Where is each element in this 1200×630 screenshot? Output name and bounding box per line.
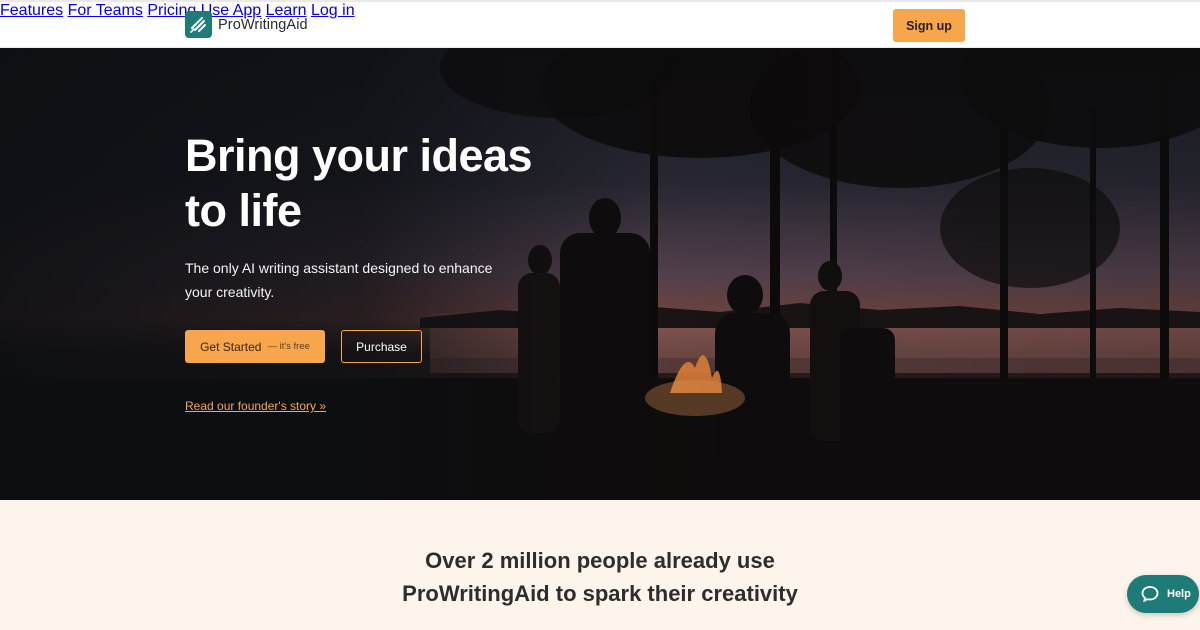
brand-logo-link[interactable]: ProWritingAid [185,11,308,38]
site-header: ProWritingAid Features For Teams Pricing… [0,0,1200,48]
hero-subtitle: The only AI writing assistant designed t… [185,260,493,300]
founder-story-link[interactable]: Read our founder's story » [185,399,326,413]
social-proof-text: Over 2 million people already use ProWri… [402,548,798,606]
prowritingaid-logo-icon [185,11,212,38]
hero-overlay [0,48,1200,500]
hero-title: Bring your ideas to life [185,130,533,236]
hero-section: Bring your ideas to life The only AI wri… [0,48,1200,500]
social-proof-section: Over 2 million people already use ProWri… [0,500,1200,630]
nav-features[interactable]: Features [0,2,63,19]
free-note: — it's free [267,341,310,352]
sign-up-button[interactable]: Sign up [893,9,965,42]
brand-name: ProWritingAid [218,16,308,33]
help-label: Help [1167,588,1191,600]
social-proof-headline: Over 2 million people already use ProWri… [0,544,1200,610]
nav-log-in[interactable]: Log in [311,2,355,19]
help-button[interactable]: Help [1127,575,1199,613]
nav-for-teams[interactable]: For Teams [68,2,143,19]
purchase-button[interactable]: Purchase [341,330,422,363]
get-started-label: Get Started [200,339,262,354]
get-started-button[interactable]: Get Started — it's free [185,330,325,363]
chat-bubble-icon [1141,586,1159,602]
